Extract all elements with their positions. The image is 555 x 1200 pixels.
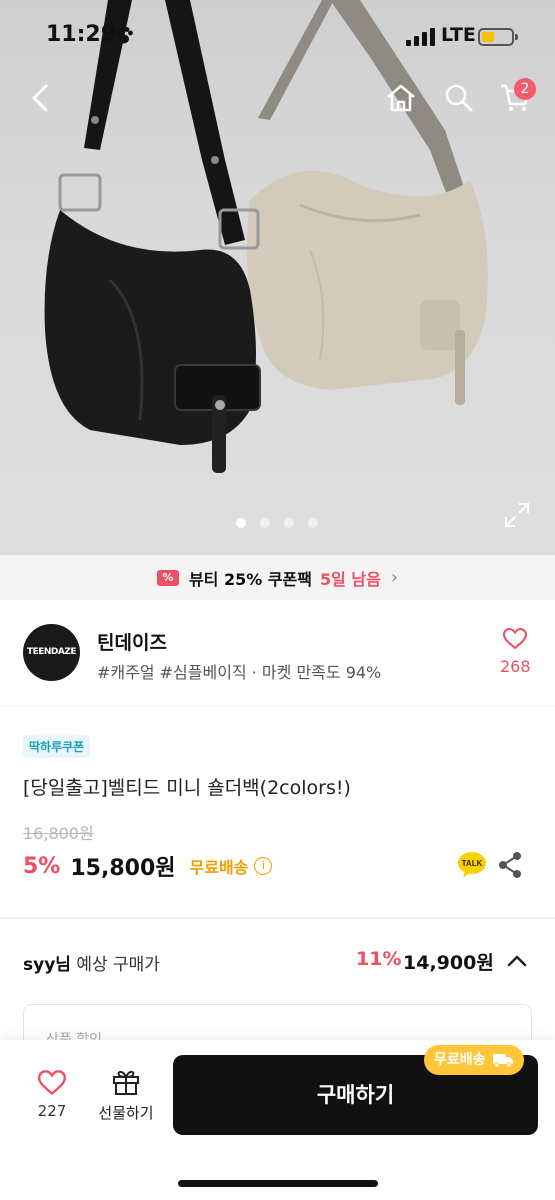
battery-icon bbox=[478, 28, 518, 46]
carousel-dot[interactable] bbox=[284, 518, 294, 528]
original-price: 16,800원 bbox=[23, 824, 94, 843]
free-shipping-badge: 무료배송 bbox=[424, 1045, 524, 1075]
product-page: 11:29 LTE 2 % 뷰티 25% 쿠폰팩 5일 남음 › TEENDAZ… bbox=[0, 0, 555, 1200]
heart-icon bbox=[37, 1070, 67, 1096]
share-icon[interactable] bbox=[497, 851, 523, 879]
status-time: 11:29 bbox=[46, 22, 117, 47]
like-count: 227 bbox=[37, 1102, 67, 1120]
carrier-label: LTE bbox=[441, 24, 476, 46]
status-bar: 11:29 LTE bbox=[0, 22, 555, 52]
price-row: 5% 15,800원 무료배송 i bbox=[23, 850, 273, 882]
carousel-dot[interactable] bbox=[308, 518, 318, 528]
gift-icon bbox=[113, 1070, 139, 1095]
expected-price: 14,900원 bbox=[403, 952, 494, 974]
info-icon[interactable]: i bbox=[254, 857, 273, 875]
cart-count-badge: 2 bbox=[514, 78, 536, 100]
kakao-talk-label: TALK bbox=[462, 859, 483, 868]
truck-icon bbox=[492, 1054, 513, 1068]
gift-label: 선물하기 bbox=[98, 1104, 154, 1122]
discount-percent: 5% bbox=[23, 853, 61, 879]
expected-price-text: 예상 구매가 bbox=[76, 955, 160, 975]
section-divider bbox=[0, 917, 555, 919]
product-image-carousel[interactable]: 11:29 LTE 2 bbox=[0, 0, 555, 555]
carousel-dot[interactable] bbox=[236, 518, 246, 528]
carousel-indicator bbox=[236, 518, 318, 528]
home-icon[interactable] bbox=[385, 82, 417, 114]
paw-icon bbox=[115, 27, 133, 44]
free-shipping-badge-label: 무료배송 bbox=[434, 1052, 486, 1068]
coupon-promo-banner[interactable]: % 뷰티 25% 쿠폰팩 5일 남음 › bbox=[0, 555, 555, 600]
search-icon[interactable] bbox=[443, 82, 475, 114]
kakao-talk-icon[interactable]: TALK bbox=[457, 851, 487, 879]
home-indicator bbox=[178, 1180, 378, 1187]
gift-button[interactable]: 선물하기 bbox=[91, 1068, 161, 1123]
chevron-right-icon: › bbox=[390, 567, 399, 588]
coupon-tag: 딱하루쿠폰 bbox=[23, 735, 91, 758]
carousel-dot[interactable] bbox=[260, 518, 270, 528]
shop-like-count: 268 bbox=[500, 657, 531, 676]
bottom-action-bar: 227 선물하기 구매하기 무료배송 bbox=[0, 1040, 555, 1200]
product-title: [당일출고]벨티드 미니 숄더백(2colors!) bbox=[23, 777, 351, 799]
expand-icon[interactable] bbox=[504, 502, 530, 528]
heart-icon[interactable] bbox=[503, 628, 527, 650]
shop-info[interactable]: TEENDAZE 틴데이즈 #캐주얼 #심플베이직 · 마켓 만족도 94% 2… bbox=[0, 600, 555, 706]
sale-price: 15,800원 bbox=[70, 856, 176, 881]
expected-discount: 11% bbox=[356, 948, 402, 970]
shop-name[interactable]: 틴데이즈 bbox=[97, 628, 167, 655]
signal-icon bbox=[406, 28, 435, 46]
shop-tags: #캐주얼 #심플베이직 · 마켓 만족도 94% bbox=[97, 663, 382, 682]
expected-price-label: syy님 예상 구매가 bbox=[23, 950, 160, 975]
expected-price-row[interactable]: syy님 예상 구매가 11% 14,900원 bbox=[0, 940, 555, 984]
free-shipping-label: 무료배송 bbox=[189, 858, 249, 877]
chevron-up-icon[interactable] bbox=[506, 950, 528, 972]
like-button[interactable]: 227 bbox=[30, 1070, 74, 1120]
shop-logo[interactable]: TEENDAZE bbox=[23, 624, 80, 681]
promo-text: 뷰티 25% 쿠폰팩 bbox=[188, 569, 312, 589]
promo-remaining: 5일 남음 bbox=[319, 569, 381, 589]
coupon-ticket-icon: % bbox=[156, 569, 179, 586]
user-name: syy님 bbox=[23, 955, 71, 975]
back-arrow-icon[interactable] bbox=[26, 82, 58, 114]
